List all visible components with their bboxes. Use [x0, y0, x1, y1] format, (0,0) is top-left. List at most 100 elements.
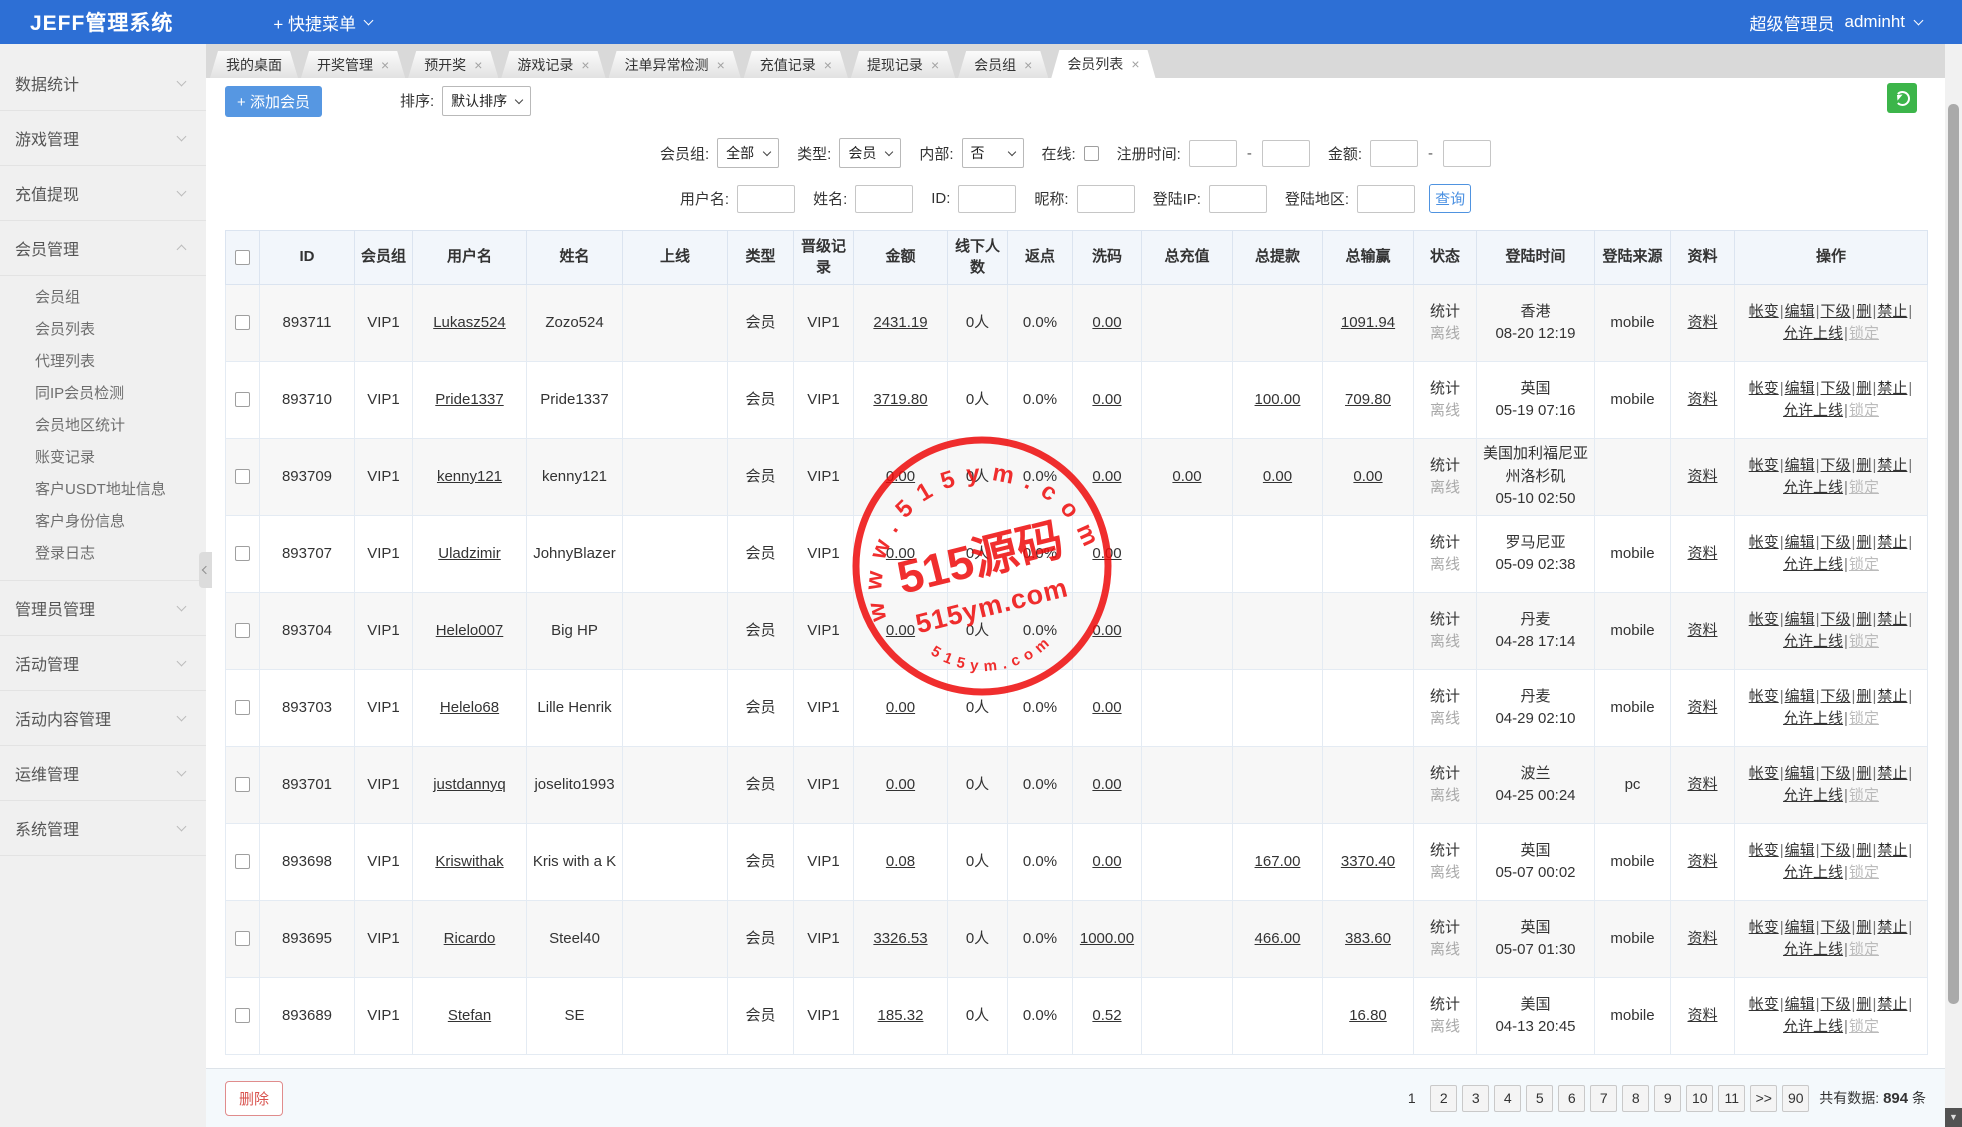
op-link-允许上线[interactable]: 允许上线: [1783, 633, 1843, 650]
op-link-下级[interactable]: 下级: [1821, 611, 1851, 628]
op-link-编辑[interactable]: 编辑: [1785, 996, 1815, 1013]
scrollbar-down-arrow[interactable]: ▼: [1945, 1108, 1962, 1127]
close-icon[interactable]: ×: [931, 57, 939, 73]
username-link[interactable]: kenny121: [437, 468, 502, 485]
group-select[interactable]: 全部: [717, 138, 779, 168]
amount-value-link[interactable]: 0.00: [886, 776, 915, 793]
username-link[interactable]: justdannyq: [433, 776, 506, 793]
row-checkbox[interactable]: [235, 623, 250, 638]
wash-value-link[interactable]: 0.00: [1092, 391, 1121, 408]
sidebar-item-会员地区统计[interactable]: 会员地区统计: [0, 410, 206, 442]
op-link-删[interactable]: 删: [1856, 688, 1871, 705]
page-button-3[interactable]: 3: [1462, 1085, 1489, 1112]
op-link-锁定[interactable]: 锁定: [1849, 1018, 1879, 1035]
scrollbar-thumb[interactable]: [1948, 104, 1959, 1004]
page-button-6[interactable]: 6: [1558, 1085, 1585, 1112]
tab-会员组[interactable]: 会员组×: [958, 51, 1048, 78]
op-link-帐变[interactable]: 帐变: [1749, 534, 1779, 551]
wash-value-link[interactable]: 0.00: [1092, 314, 1121, 331]
op-link-下级[interactable]: 下级: [1821, 457, 1851, 474]
page-button-11[interactable]: 11: [1718, 1085, 1745, 1112]
op-link-允许上线[interactable]: 允许上线: [1783, 479, 1843, 496]
profile-link[interactable]: 资料: [1687, 468, 1717, 485]
row-checkbox[interactable]: [235, 1008, 250, 1023]
login-ip-input[interactable]: [1209, 185, 1267, 213]
winloss-value-link[interactable]: 1091.94: [1341, 314, 1395, 331]
vertical-scrollbar[interactable]: ▼: [1945, 44, 1962, 1127]
amount-value-link[interactable]: 2431.19: [873, 314, 927, 331]
quick-menu-button[interactable]: + 快捷菜单: [273, 10, 372, 35]
sort-select[interactable]: 默认排序: [442, 86, 531, 116]
page-button-7[interactable]: 7: [1590, 1085, 1617, 1112]
amount-value-link[interactable]: 3719.80: [873, 391, 927, 408]
type-select[interactable]: 会员: [839, 138, 901, 168]
withdraw-value-link[interactable]: 466.00: [1255, 930, 1301, 947]
amount-value-link[interactable]: 0.08: [886, 853, 915, 870]
op-link-帐变[interactable]: 帐变: [1749, 380, 1779, 397]
op-link-编辑[interactable]: 编辑: [1785, 842, 1815, 859]
winloss-value-link[interactable]: 383.60: [1345, 930, 1391, 947]
status-stat-link[interactable]: 统计: [1418, 455, 1472, 478]
op-link-编辑[interactable]: 编辑: [1785, 765, 1815, 782]
op-link-编辑[interactable]: 编辑: [1785, 688, 1815, 705]
withdraw-value-link[interactable]: 167.00: [1255, 853, 1301, 870]
op-link-编辑[interactable]: 编辑: [1785, 380, 1815, 397]
amount-value-link[interactable]: 0.00: [886, 699, 915, 716]
op-link-锁定[interactable]: 锁定: [1849, 479, 1879, 496]
amount-value-link[interactable]: 0.00: [886, 622, 915, 639]
op-link-帐变[interactable]: 帐变: [1749, 996, 1779, 1013]
winloss-value-link[interactable]: 3370.40: [1341, 853, 1395, 870]
op-link-允许上线[interactable]: 允许上线: [1783, 325, 1843, 342]
op-link-禁止[interactable]: 禁止: [1877, 765, 1907, 782]
op-link-帐变[interactable]: 帐变: [1749, 842, 1779, 859]
login-area-input[interactable]: [1357, 185, 1415, 213]
op-link-编辑[interactable]: 编辑: [1785, 457, 1815, 474]
id-input[interactable]: [958, 185, 1016, 213]
page-button-8[interactable]: 8: [1622, 1085, 1649, 1112]
op-link-帐变[interactable]: 帐变: [1749, 765, 1779, 782]
status-stat-link[interactable]: 统计: [1418, 301, 1472, 324]
op-link-删[interactable]: 删: [1856, 919, 1871, 936]
op-link-编辑[interactable]: 编辑: [1785, 303, 1815, 320]
username-link[interactable]: Helelo68: [440, 699, 499, 716]
op-link-编辑[interactable]: 编辑: [1785, 611, 1815, 628]
status-stat-link[interactable]: 统计: [1418, 609, 1472, 632]
tab-提现记录[interactable]: 提现记录×: [851, 51, 955, 78]
status-stat-link[interactable]: 统计: [1418, 917, 1472, 940]
sidebar-collapse-handle[interactable]: [199, 552, 212, 588]
wash-value-link[interactable]: 0.00: [1092, 776, 1121, 793]
username-link[interactable]: Lukasz524: [433, 314, 506, 331]
op-link-锁定[interactable]: 锁定: [1849, 941, 1879, 958]
status-stat-link[interactable]: 统计: [1418, 686, 1472, 709]
profile-link[interactable]: 资料: [1687, 622, 1717, 639]
tab-游戏记录[interactable]: 游戏记录×: [501, 51, 605, 78]
sidebar-section-运维管理[interactable]: 运维管理: [0, 746, 206, 801]
close-icon[interactable]: ×: [824, 57, 832, 73]
recharge-value-link[interactable]: 0.00: [1172, 468, 1201, 485]
op-link-删[interactable]: 删: [1856, 457, 1871, 474]
close-icon[interactable]: ×: [581, 57, 589, 73]
op-link-删[interactable]: 删: [1856, 534, 1871, 551]
sidebar-item-同IP会员检测[interactable]: 同IP会员检测: [0, 378, 206, 410]
amount-value-link[interactable]: 0.00: [886, 468, 915, 485]
status-stat-link[interactable]: 统计: [1418, 994, 1472, 1017]
op-link-锁定[interactable]: 锁定: [1849, 325, 1879, 342]
tab-充值记录[interactable]: 充值记录×: [744, 51, 848, 78]
op-link-允许上线[interactable]: 允许上线: [1783, 787, 1843, 804]
refresh-button[interactable]: [1887, 83, 1917, 113]
profile-link[interactable]: 资料: [1687, 545, 1717, 562]
wash-value-link[interactable]: 1000.00: [1080, 930, 1134, 947]
op-link-删[interactable]: 删: [1856, 842, 1871, 859]
op-link-下级[interactable]: 下级: [1821, 380, 1851, 397]
op-link-下级[interactable]: 下级: [1821, 919, 1851, 936]
username-link[interactable]: Stefan: [448, 1007, 491, 1024]
op-link-禁止[interactable]: 禁止: [1877, 611, 1907, 628]
sidebar-section-会员管理[interactable]: 会员管理: [0, 221, 206, 276]
row-checkbox[interactable]: [235, 777, 250, 792]
close-icon[interactable]: ×: [381, 57, 389, 73]
op-link-禁止[interactable]: 禁止: [1877, 842, 1907, 859]
internal-select[interactable]: 否: [962, 138, 1024, 168]
amount-max-input[interactable]: [1443, 140, 1491, 167]
amount-min-input[interactable]: [1370, 140, 1418, 167]
sidebar-section-管理员管理[interactable]: 管理员管理: [0, 581, 206, 636]
